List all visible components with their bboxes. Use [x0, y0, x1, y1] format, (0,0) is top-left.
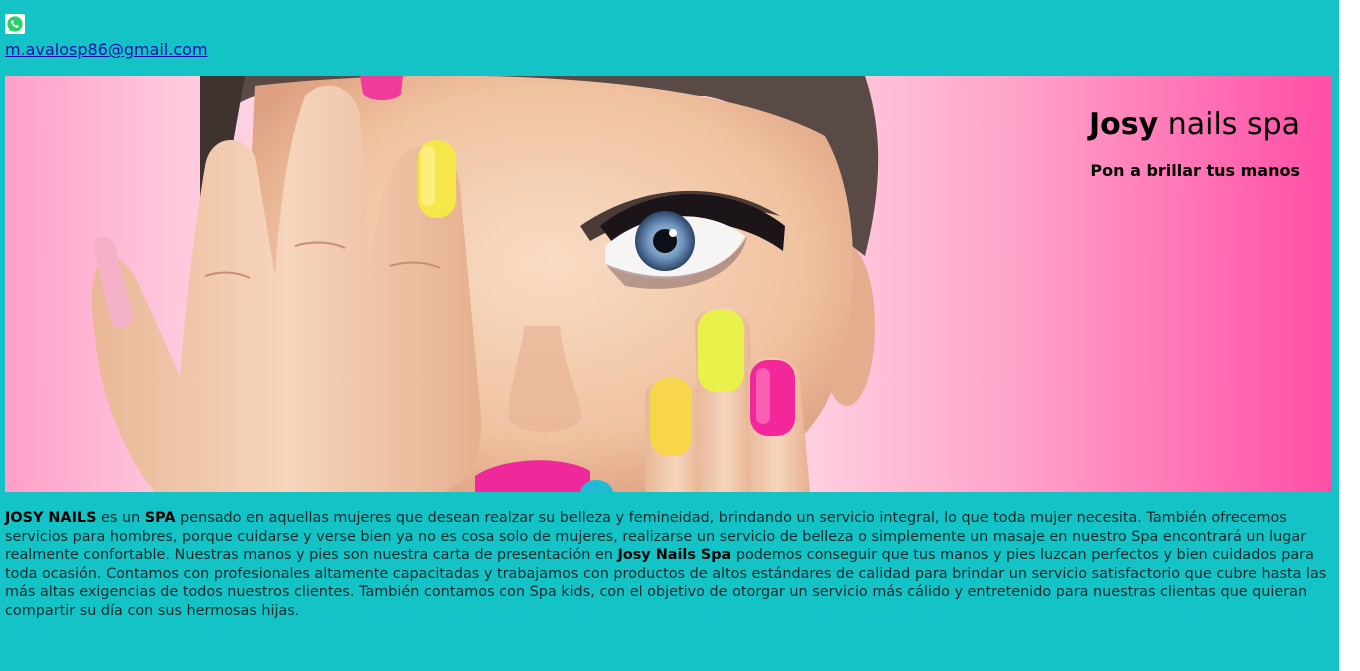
site-title-bold: Josy: [1088, 107, 1159, 142]
whatsapp-icon[interactable]: [5, 14, 25, 34]
site-tagline: Pon a brillar tus manos: [1090, 161, 1300, 180]
site-title: Josy nails spa: [1089, 107, 1300, 142]
site-title-rest: nails spa: [1158, 107, 1300, 142]
page-background: m.avalosp86@gmail.com Josy nails spa Pon…: [0, 0, 1339, 671]
about-text-1: es un: [96, 510, 145, 526]
brand-name-bold: JOSY NAILS: [5, 510, 97, 526]
spa-name-bold: Josy Nails Spa: [617, 547, 732, 564]
contact-bar: m.avalosp86@gmail.com: [5, 14, 605, 59]
email-link[interactable]: m.avalosp86@gmail.com: [5, 40, 208, 59]
about-paragraph: JOSY NAILS es un SPA pensado en aquellas…: [5, 509, 1331, 621]
hero-banner: Josy nails spa Pon a brillar tus manos: [5, 76, 1332, 492]
spa-bold: SPA: [144, 510, 176, 526]
